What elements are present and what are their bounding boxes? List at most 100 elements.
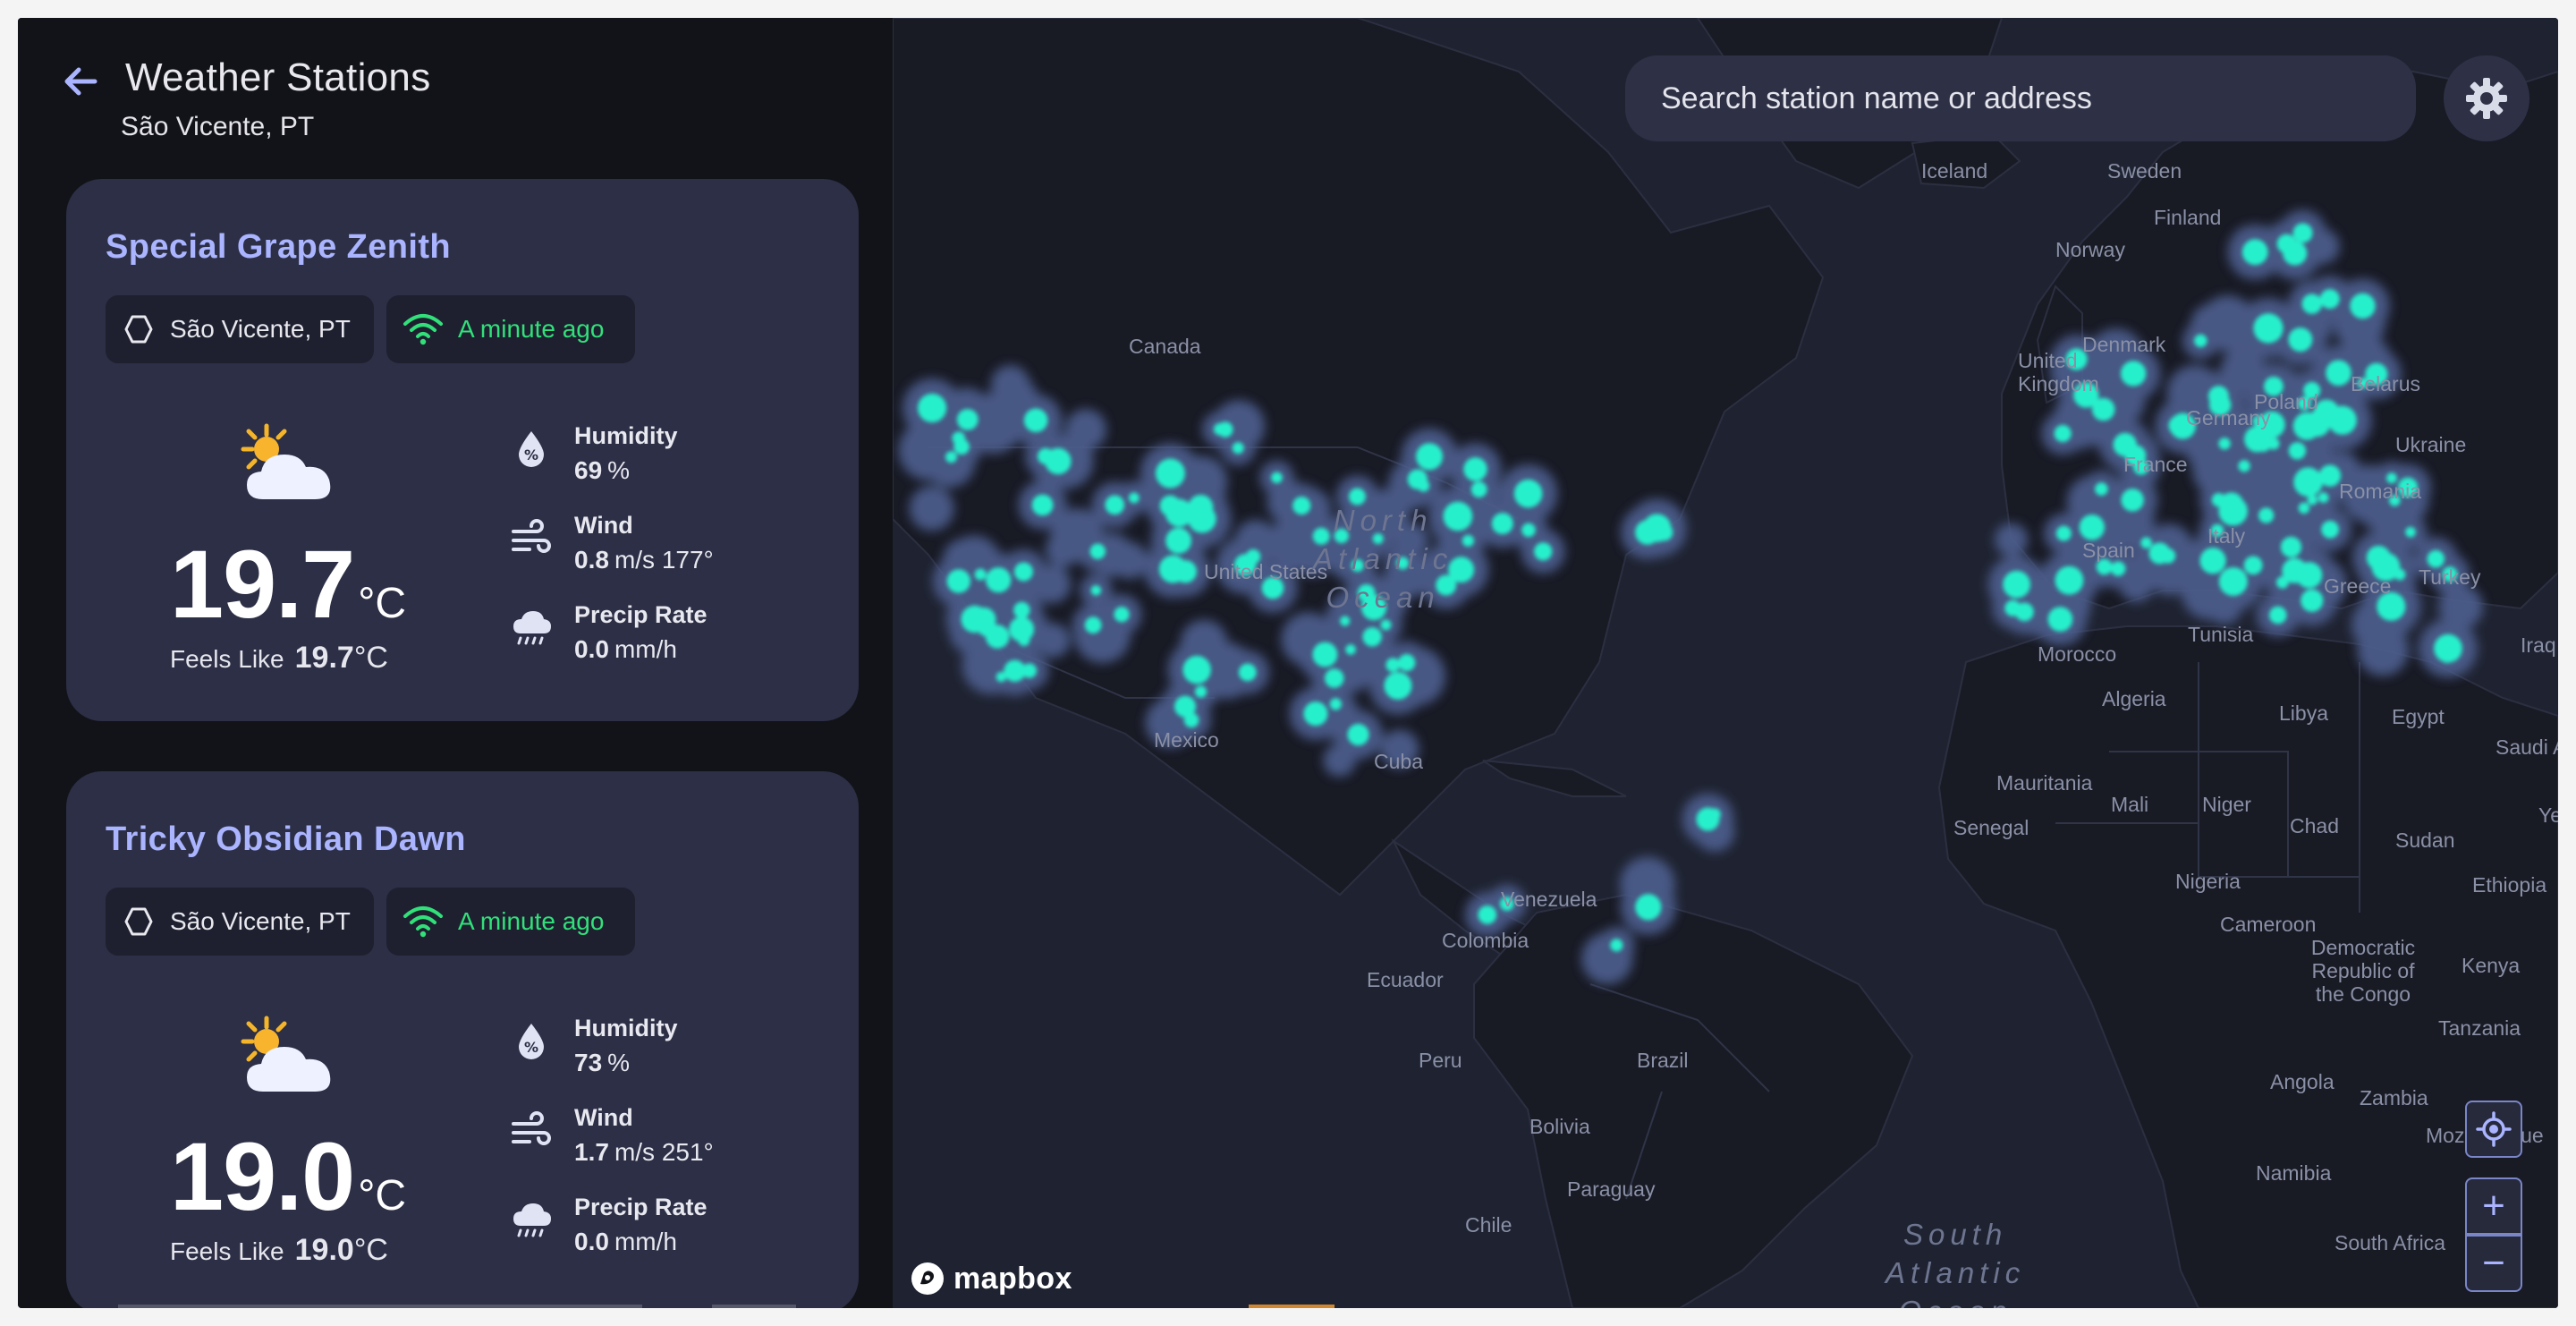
heat-core-spot — [1329, 698, 1342, 710]
partly-sunny-icon — [236, 422, 343, 512]
station-map[interactable]: Iceland Sweden Finland Norway Denmark United … — [893, 18, 2558, 1308]
zoom-in-button[interactable]: + — [2465, 1177, 2522, 1235]
heat-core-spot — [1312, 642, 1338, 667]
heat-core-spot — [2238, 460, 2250, 472]
back-button[interactable] — [59, 59, 104, 104]
heat-core-spot — [1023, 408, 1048, 433]
zoom-out-button[interactable]: − — [2465, 1235, 2522, 1292]
heat-core-spot — [1513, 479, 1543, 508]
heat-core-spot — [1470, 481, 1487, 498]
map-label-united-states: United States — [1204, 560, 1328, 583]
feels-like-row: Feels Like 19.0°C — [170, 1233, 388, 1268]
locate-button[interactable] — [2465, 1101, 2522, 1158]
station-location: São Vicente, PT — [170, 315, 351, 343]
station-status-chip: A minute ago — [386, 888, 635, 956]
station-card[interactable]: Special Grape Zenith São Vicente, PT A m… — [66, 179, 859, 721]
map-label-zambia: Zambia — [2360, 1086, 2428, 1109]
heat-core-spot — [2327, 405, 2357, 435]
humidity-value-row: 73% — [574, 1049, 630, 1077]
temperature-unit: °C — [358, 1172, 407, 1220]
heat-core-spot — [2280, 536, 2302, 557]
heat-core-spot — [2275, 575, 2289, 589]
heat-core-spot — [2055, 565, 2084, 595]
partly-sunny-icon — [236, 1015, 343, 1104]
heat-core-spot — [1417, 480, 1430, 492]
settings-button[interactable] — [2444, 55, 2529, 141]
heat-core-spot — [2243, 556, 2263, 575]
feels-like-value: 19.0 — [294, 1233, 354, 1267]
heat-core-spot — [2268, 606, 2287, 625]
map-label-romania: Romania — [2339, 480, 2422, 503]
search-input[interactable]: Search station name or address — [1625, 55, 2416, 141]
mapbox-wordmark: mapbox — [953, 1261, 1072, 1296]
heat-core-spot — [2307, 495, 2318, 506]
heat-core-spot — [2253, 313, 2284, 344]
heat-glow-spot — [2357, 625, 2409, 676]
heat-glow-spot — [1035, 623, 1071, 659]
map-label-germany: Germany — [2186, 406, 2271, 429]
rain-cloud-icon — [513, 611, 551, 645]
heat-core-spot — [2321, 520, 2339, 539]
heat-core-spot — [946, 569, 971, 593]
station-card[interactable]: Tricky Obsidian Dawn São Vicente, PT A m… — [66, 771, 859, 1308]
precip-unit: mm/h — [614, 1228, 677, 1255]
heat-core-spot — [2441, 652, 2453, 664]
map-label-spain: Spain — [2082, 539, 2135, 562]
humidity-label: Humidity — [574, 422, 678, 449]
map-label-ecuador: Ecuador — [1367, 968, 1444, 991]
heat-core-spot — [2301, 589, 2324, 612]
heat-core-spot — [1521, 523, 1536, 538]
heat-core-spot — [2120, 361, 2147, 387]
heat-core-spot — [1021, 663, 1037, 678]
mapbox-attribution[interactable]: mapbox — [909, 1260, 1072, 1297]
heat-core-spot — [1362, 627, 1382, 647]
heat-core-spot — [2241, 239, 2268, 266]
map-label-greece: Greece — [2324, 574, 2392, 598]
heat-core-spot — [2288, 327, 2313, 352]
map-label-ye: Ye — [2538, 803, 2558, 827]
station-name[interactable]: Special Grape Zenith — [106, 228, 451, 267]
heat-core-spot — [2055, 525, 2072, 541]
heat-core-spot — [2079, 514, 2106, 540]
next-card-edge — [118, 1305, 642, 1308]
map-label-angola: Angola — [2270, 1070, 2334, 1093]
heat-core-spot — [1292, 496, 1311, 515]
heat-core-spot — [2318, 464, 2342, 487]
heat-core-spot — [2350, 293, 2376, 319]
heat-core-spot — [2003, 570, 2030, 599]
humidity-value: 69 — [574, 456, 603, 484]
app-window: Weather Stations São Vicente, PT Special… — [18, 18, 2558, 1308]
wind-speed: 1.7 — [574, 1138, 609, 1166]
map-label-iraq: Iraq — [2521, 633, 2556, 657]
map-label-south-africa: South Africa — [2334, 1231, 2446, 1254]
map-label-canada: Canada — [1129, 335, 1201, 358]
map-label-united-kingdom: United Kingdom — [2018, 349, 2099, 395]
heat-core-spot — [1155, 458, 1185, 489]
map-label-brazil: Brazil — [1637, 1049, 1689, 1072]
heat-core-spot — [2292, 223, 2313, 243]
map-label-morocco: Morocco — [2038, 642, 2117, 666]
map-label-sweden: Sweden — [2107, 159, 2182, 183]
wind-icon — [512, 519, 551, 553]
heat-core-spot — [2301, 293, 2322, 314]
map-label-egypt: Egypt — [2392, 705, 2445, 728]
station-sidebar: Weather Stations São Vicente, PT Special… — [18, 18, 893, 1308]
map-canvas[interactable] — [893, 18, 2558, 1308]
map-label-tunisia: Tunisia — [2188, 623, 2254, 646]
heat-glow-spot — [990, 365, 1030, 404]
heat-core-spot — [2296, 562, 2323, 589]
map-label-turkey: Turkey — [2419, 565, 2481, 589]
map-label-paraguay: Paraguay — [1567, 1177, 1656, 1201]
heat-core-spot — [1347, 723, 1369, 746]
station-name[interactable]: Tricky Obsidian Dawn — [106, 820, 466, 859]
heat-core-spot — [2168, 415, 2189, 436]
map-label-algeria: Algeria — [2102, 687, 2166, 710]
heat-core-spot — [1232, 442, 1244, 455]
heat-core-spot — [1105, 495, 1125, 515]
heat-core-spot — [1398, 654, 1416, 672]
humidity-unit: % — [607, 1049, 631, 1076]
heat-core-spot — [1182, 655, 1211, 684]
humidity-value-row: 69% — [574, 456, 630, 485]
map-label-bolivia: Bolivia — [1530, 1115, 1590, 1138]
temperature-value: 19.0 — [170, 1122, 355, 1230]
